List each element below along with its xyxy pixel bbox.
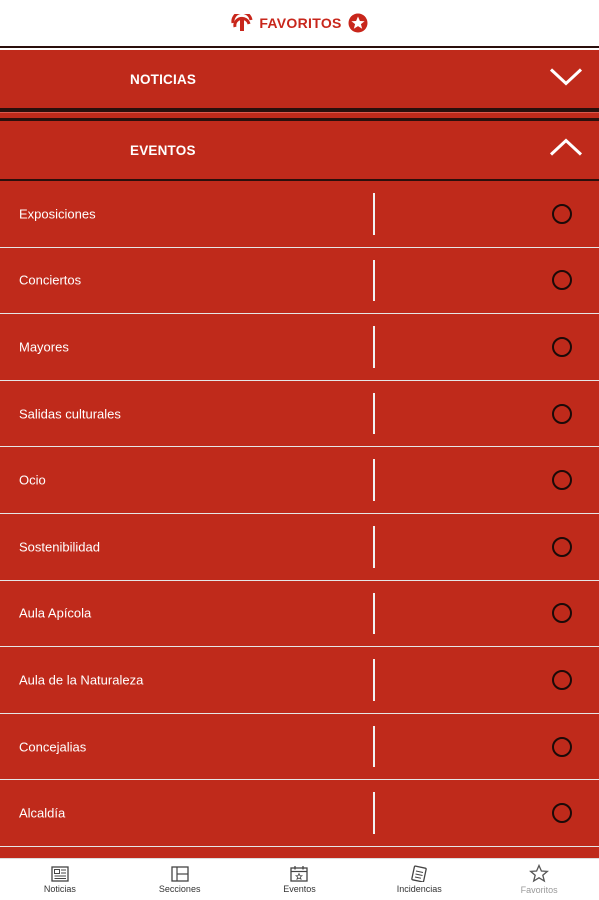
divider (373, 459, 375, 501)
item-label: Exposiciones (19, 206, 96, 222)
list-item[interactable]: Aula Apícola (0, 581, 599, 648)
calendar-icon (290, 865, 309, 882)
radio-button[interactable] (552, 336, 572, 357)
section-label: EVENTOS (130, 142, 196, 158)
radio-button[interactable] (552, 603, 572, 624)
item-label: Ocio (19, 472, 46, 488)
nav-item-eventos[interactable]: Eventos (240, 859, 360, 900)
item-label: Aula Apícola (19, 605, 92, 621)
top-bar: FAVORITOS (0, 0, 599, 48)
list-item[interactable]: Alcaldía (0, 780, 599, 847)
divider (373, 725, 375, 768)
nav-label: Noticias (43, 883, 76, 894)
section-header-noticias[interactable]: NOTICIAS (0, 50, 599, 108)
radio-button[interactable] (552, 803, 572, 824)
chevron-down-icon[interactable] (549, 67, 583, 92)
list-item[interactable]: Salidas culturales (0, 381, 599, 448)
nav-label: Favoritos (520, 885, 558, 895)
radio-button[interactable] (552, 736, 572, 757)
divider (373, 259, 375, 302)
nav-label: Secciones (158, 883, 201, 894)
list-item[interactable]: Exposiciones (0, 181, 599, 248)
nav-item-favoritos[interactable]: Favoritos (479, 859, 599, 900)
star-badge-icon (348, 13, 368, 33)
radio-button[interactable] (552, 669, 572, 690)
incident-icon (410, 865, 428, 882)
radio-button[interactable] (552, 536, 572, 557)
item-label: Sostenibilidad (19, 539, 100, 555)
item-label: Salidas culturales (19, 406, 121, 422)
item-label: Concejalias (19, 739, 87, 755)
nav-label: Incidencias (396, 884, 442, 894)
list-item[interactable]: Concejalias (0, 714, 599, 781)
divider (373, 792, 375, 834)
radio-button[interactable] (552, 203, 572, 224)
radio-button[interactable] (552, 270, 572, 291)
section-label: NOTICIAS (130, 71, 197, 87)
bottom-nav: Noticias Secciones Eventos Incidencias F… (0, 858, 599, 900)
section-header-eventos[interactable]: EVENTOS (0, 121, 599, 179)
star-icon (529, 864, 550, 883)
radio-button[interactable] (552, 470, 572, 491)
divider (373, 193, 375, 235)
sections-icon (171, 865, 189, 882)
nav-label: Eventos (283, 884, 316, 894)
favoritos-screen: FAVORITOS NOTICIAS EVENTOS Exposiciones … (0, 0, 599, 900)
divider (373, 392, 375, 435)
nav-item-noticias[interactable]: Noticias (0, 859, 120, 900)
divider (373, 526, 375, 568)
list-item[interactable]: Mayores (0, 314, 599, 381)
item-label: Alcaldía (19, 805, 66, 821)
nav-item-secciones[interactable]: Secciones (120, 859, 240, 900)
item-label: Mayores (19, 339, 69, 355)
page-title: FAVORITOS (259, 15, 342, 31)
events-list: Exposiciones Conciertos Mayores Salidas … (0, 181, 599, 858)
list-item[interactable]: Ocio (0, 447, 599, 514)
list-item[interactable]: Sostenibilidad (0, 514, 599, 581)
chevron-up-icon[interactable] (549, 138, 583, 163)
nav-item-incidencias[interactable]: Incidencias (359, 859, 479, 900)
item-label: Conciertos (19, 272, 82, 288)
divider (373, 326, 375, 368)
list-item[interactable]: Conciertos (0, 248, 599, 315)
divider (373, 592, 375, 635)
radio-button[interactable] (552, 403, 572, 424)
city-logo-icon (231, 14, 253, 32)
list-item[interactable]: Aula de la Naturaleza (0, 647, 599, 714)
newspaper-icon (51, 865, 69, 882)
item-label: Aula de la Naturaleza (19, 672, 144, 688)
divider (373, 659, 375, 701)
